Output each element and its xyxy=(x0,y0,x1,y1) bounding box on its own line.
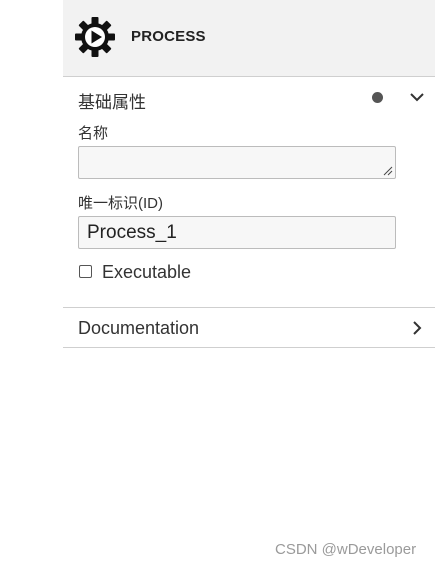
chevron-down-icon[interactable] xyxy=(409,89,425,105)
documentation-group-header[interactable]: Documentation xyxy=(78,318,199,339)
executable-label[interactable]: Executable xyxy=(102,262,191,283)
name-field-label: 名称 xyxy=(78,125,109,142)
resize-handle-icon[interactable] xyxy=(383,166,393,176)
chevron-right-icon[interactable] xyxy=(410,320,424,336)
panel-title: PROCESS xyxy=(131,28,206,45)
name-field[interactable] xyxy=(78,146,396,179)
divider xyxy=(63,307,435,308)
panel-header: PROCESS xyxy=(63,0,435,77)
general-group-header[interactable]: 基础属性 xyxy=(78,88,146,113)
dot-icon xyxy=(372,92,383,103)
divider xyxy=(63,347,435,348)
id-field[interactable] xyxy=(78,216,396,249)
id-field-label: 唯一标识(ID) xyxy=(78,195,163,212)
process-gear-play-icon xyxy=(75,17,115,57)
properties-panel: PROCESS 基础属性 名称 唯一标识(ID) Executable Docu… xyxy=(63,0,435,348)
watermark: CSDN @wDeveloper xyxy=(275,541,417,558)
executable-checkbox[interactable] xyxy=(79,265,92,278)
